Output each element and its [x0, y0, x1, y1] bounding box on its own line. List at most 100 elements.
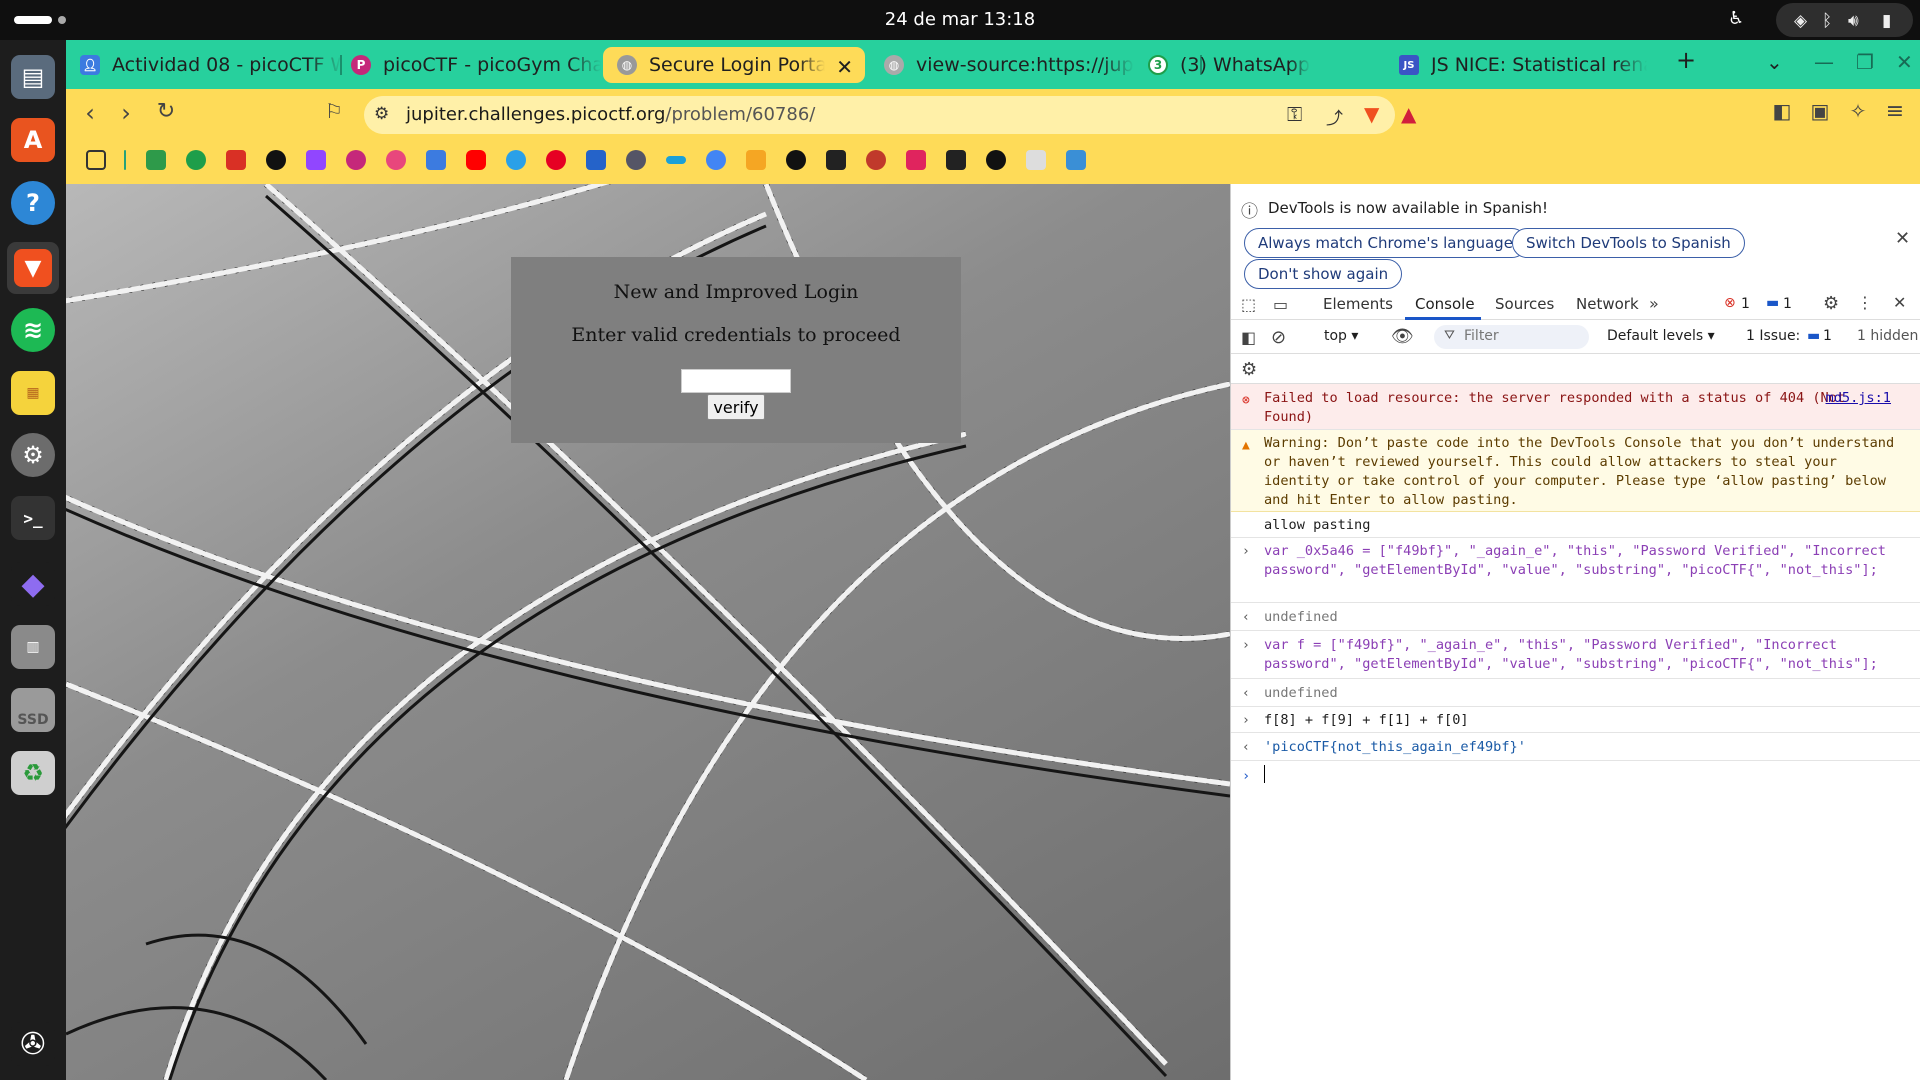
url-text[interactable]: jupiter.challenges.picoctf.org/problem/6… [406, 104, 815, 125]
ssd-icon[interactable]: SSD [11, 688, 55, 732]
device-toolbar-icon[interactable]: ▭ [1273, 295, 1288, 314]
message-count-icon[interactable]: ▬ [1766, 295, 1779, 311]
error-source-link[interactable]: md5.js:1 [1826, 389, 1891, 408]
brave-icon[interactable]: ▼ [7, 242, 59, 294]
sidebar-icon[interactable]: ◧ [1768, 99, 1796, 123]
tab-actividad[interactable]: 👤︎ Actividad 08 - picoCTF W [80, 47, 342, 83]
bookmark-openai-icon[interactable] [266, 150, 286, 170]
more-tabs-chevron-icon[interactable]: » [1649, 294, 1659, 313]
bookmark-classroom-icon[interactable] [426, 150, 446, 170]
help-icon[interactable]: ? [11, 181, 55, 225]
console-input-3[interactable]: f[8] + f[9] + f[1] + f[0] [1264, 711, 1895, 730]
disks-icon[interactable]: ▥ [11, 625, 55, 669]
bookmark-infinity-icon[interactable] [386, 150, 406, 170]
match-language-button[interactable]: Always match Chrome's language [1244, 228, 1527, 258]
spotify-icon[interactable]: ≋ [11, 308, 55, 352]
apps-grid-icon[interactable] [86, 150, 106, 170]
bookmark-book-icon[interactable] [946, 150, 966, 170]
issues-icon[interactable]: ▬ [1807, 328, 1820, 344]
bookmark-shield-icon[interactable] [1026, 150, 1046, 170]
bookmark-youtube-icon[interactable] [466, 150, 486, 170]
bookmark-cisco-icon[interactable] [666, 156, 686, 164]
reload-icon[interactable]: ↻ [152, 99, 180, 124]
switch-spanish-button[interactable]: Switch DevTools to Spanish [1512, 228, 1745, 258]
share-icon[interactable]: ⤴ [1326, 104, 1343, 129]
bookmark-canva-icon[interactable] [506, 150, 526, 170]
obsidian-icon[interactable]: ◆ [11, 562, 55, 606]
app-center-icon[interactable]: A [11, 118, 55, 162]
settings-icon[interactable]: ⚙ [11, 433, 55, 477]
bookmark-twitch-icon[interactable] [306, 150, 326, 170]
system-clock[interactable]: 24 de mar 13:18 [0, 9, 1920, 30]
console-output-3[interactable]: 'picoCTF{not_this_again_ef49bf}' [1264, 738, 1895, 757]
menu-icon[interactable]: ≡ [1881, 99, 1909, 124]
files-icon[interactable]: ▤ [11, 55, 55, 99]
log-levels-dropdown[interactable]: Default levels ▾ [1607, 328, 1715, 344]
console-input-2[interactable]: var f = ["f49bf}", "_again_e", "this", "… [1264, 636, 1895, 674]
tab-picogym[interactable]: P picoCTF - picoGym Chall [351, 47, 601, 83]
close-window-icon[interactable]: ✕ [1896, 50, 1913, 74]
bookmark-qr-icon[interactable] [1066, 150, 1086, 170]
bookmark-whatsapp-icon[interactable] [186, 150, 206, 170]
forward-icon[interactable]: › [112, 99, 140, 127]
clear-console-icon[interactable]: ⊘ [1271, 327, 1286, 348]
close-devtools-icon[interactable]: ✕ [1893, 293, 1906, 312]
bookmark-gmail-icon[interactable] [226, 150, 246, 170]
system-status-menu[interactable]: ◈ ᛒ 🔊︎ ▮ [1776, 3, 1913, 37]
bookmark-chrome-icon[interactable] [866, 150, 886, 170]
accessibility-icon[interactable]: ♿ [1728, 8, 1744, 29]
verify-button[interactable]: verify [707, 394, 765, 420]
bookmark-google-icon[interactable] [706, 150, 726, 170]
close-banner-icon[interactable]: ✕ [1895, 228, 1910, 249]
leo-ai-icon[interactable]: ✧ [1844, 99, 1872, 123]
wallet-icon[interactable]: ▣ [1806, 99, 1834, 123]
close-tab-icon[interactable]: ✕ [836, 55, 853, 79]
console-settings-icon[interactable]: ⚙ [1241, 359, 1257, 380]
bookmark-icon[interactable]: ⚐ [320, 99, 348, 123]
maximize-icon[interactable]: ❐ [1856, 50, 1874, 74]
brave-shields-icon[interactable]: ▼ [1364, 102, 1379, 126]
error-count-icon[interactable]: ⊗ [1724, 295, 1736, 311]
sticky-notes-icon[interactable]: ▦ [11, 371, 55, 415]
tab-jsnice[interactable]: JS JS NICE: Statistical renar [1399, 47, 1661, 83]
bookmark-pinterest-icon[interactable] [546, 150, 566, 170]
site-info-icon[interactable]: ⚙ [374, 104, 389, 124]
bookmark-chart-icon[interactable] [746, 150, 766, 170]
tab-elements[interactable]: Elements [1323, 295, 1393, 313]
context-selector[interactable]: top ▾ [1324, 328, 1358, 344]
ubuntu-icon[interactable]: ✇ [11, 1022, 55, 1066]
error-count[interactable]: 1 [1741, 296, 1750, 312]
minimize-icon[interactable]: — [1814, 50, 1834, 74]
new-tab-button[interactable]: + [1676, 46, 1696, 74]
terminal-icon[interactable]: >_ [11, 496, 55, 540]
message-count[interactable]: 1 [1783, 296, 1792, 312]
password-key-icon[interactable]: ⚿ [1287, 102, 1302, 126]
bookmark-photos-icon[interactable] [146, 150, 166, 170]
devtools-menu-icon[interactable]: ⋮ [1857, 293, 1873, 312]
bookmark-s-icon[interactable] [586, 150, 606, 170]
console-input-1[interactable]: var _0x5a46 = ["f49bf}", "_again_e", "th… [1264, 542, 1895, 580]
inspect-element-icon[interactable]: ⬚ [1241, 295, 1256, 314]
bookmark-openai2-icon[interactable] [786, 150, 806, 170]
sidebar-toggle-icon[interactable]: ◧ [1241, 328, 1256, 347]
bookmark-globe-icon[interactable] [986, 150, 1006, 170]
tab-sources[interactable]: Sources [1495, 295, 1554, 313]
back-icon[interactable]: ‹ [76, 99, 104, 127]
password-input[interactable] [681, 369, 791, 393]
issues-label[interactable]: 1 Issue: [1746, 328, 1800, 344]
bookmark-hex-icon[interactable] [826, 150, 846, 170]
tab-secure-login[interactable]: ◍ Secure Login Portal V ✕ [603, 47, 865, 83]
live-expression-eye-icon[interactable]: 👁︎ [1391, 326, 1414, 347]
issues-count[interactable]: 1 [1823, 328, 1832, 344]
filter-input[interactable]: ⛛ Filter [1434, 325, 1589, 349]
address-bar[interactable]: ⚙ jupiter.challenges.picoctf.org/problem… [364, 96, 1416, 134]
devtools-settings-icon[interactable]: ⚙ [1823, 293, 1839, 314]
console-prompt[interactable]: › [1231, 761, 1920, 791]
tab-search-chevron-icon[interactable]: ⌄ [1766, 50, 1783, 74]
bookmark-network-icon[interactable] [626, 150, 646, 170]
tab-console[interactable]: Console [1415, 295, 1475, 313]
bookmark-a-icon[interactable] [906, 150, 926, 170]
bookmark-picoctf-icon[interactable] [346, 150, 366, 170]
trash-icon[interactable]: ♻ [11, 751, 55, 795]
brave-rewards-icon[interactable]: ▲ [1401, 102, 1416, 126]
